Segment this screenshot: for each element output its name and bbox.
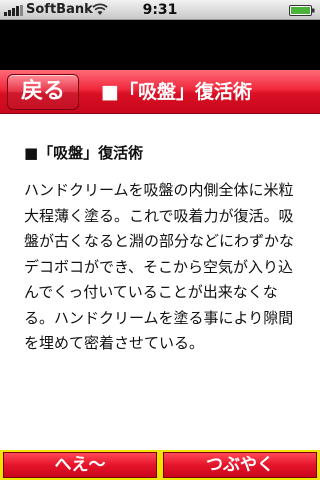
body-line: デコボコができ、そこから空気が入り込 xyxy=(24,257,293,276)
body-line: る。ハンドクリームを塗る事により隙間 xyxy=(24,308,294,327)
body-line: 大程薄く塗る。これで吸着力が復活。吸 xyxy=(24,206,294,225)
nav-title: ■「吸盤」復活術 xyxy=(101,81,252,103)
status-time: 9:31 xyxy=(142,2,178,18)
black-header-band xyxy=(0,20,320,70)
tweet-button[interactable]: つぶやく xyxy=(163,452,317,478)
article-body: ハンドクリームを吸盤の内側全体に米粒 大程薄く塗る。これで吸着力が復活。吸 盤が… xyxy=(24,178,316,357)
back-button[interactable]: 戻る xyxy=(7,74,79,110)
body-line: ハンドクリームを吸盤の内側全体に米粒 xyxy=(24,181,294,199)
body-line: んでくっ付いていることが出来なくな xyxy=(24,283,278,301)
status-bar: SoftBank 9:31 xyxy=(0,0,320,20)
bottom-toolbar: へえ～ つぶやく xyxy=(0,450,320,480)
battery-icon xyxy=(289,5,315,16)
body-line: 盤が古くなると淵の部分などにわずかな xyxy=(24,232,295,250)
body-line: を埋めて密着させている。 xyxy=(24,334,205,352)
navigation-bar: 戻る ■「吸盤」復活術 xyxy=(0,70,320,114)
article-heading: ■「吸盤」復活術 xyxy=(24,144,144,162)
hee-button[interactable]: へえ～ xyxy=(3,452,157,478)
